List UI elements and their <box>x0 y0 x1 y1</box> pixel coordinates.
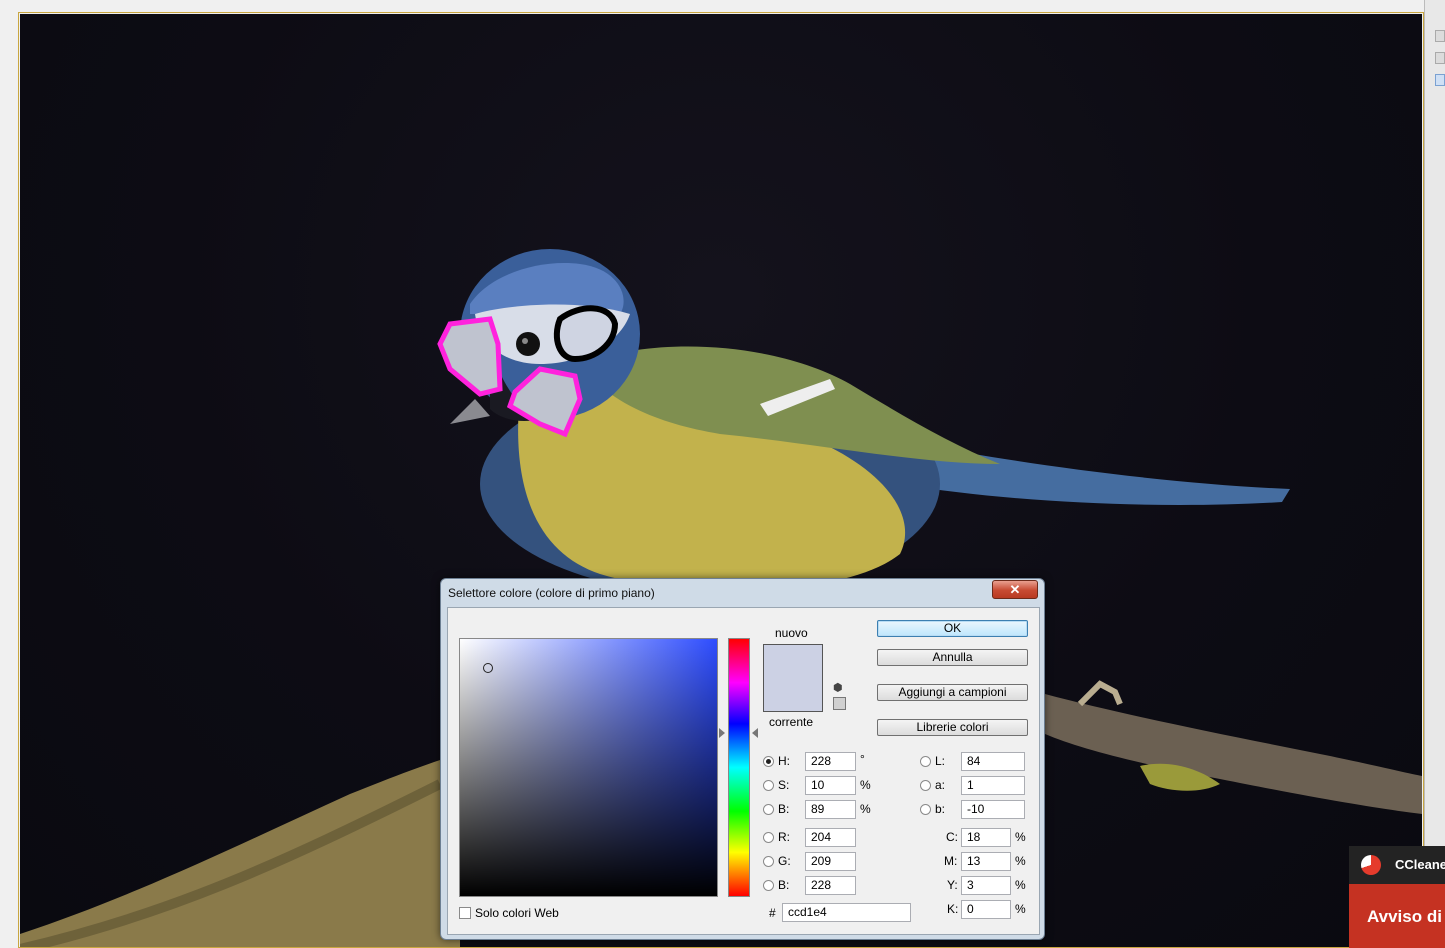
red-radio[interactable] <box>763 832 774 843</box>
degree-unit: ° <box>860 752 865 766</box>
color-libraries-button[interactable]: Librerie colori <box>877 719 1028 736</box>
hue-field[interactable]: 228 <box>805 752 856 771</box>
panel-strip <box>1424 0 1445 948</box>
red-label: R: <box>778 830 790 844</box>
panel-button[interactable] <box>1435 74 1445 86</box>
lab-b-label: b: <box>935 802 946 816</box>
panel-button[interactable] <box>1435 52 1445 64</box>
green-field[interactable]: 209 <box>805 852 856 871</box>
web-only-label: Solo colori Web <box>475 906 559 920</box>
brightness-label: B: <box>778 802 790 816</box>
hue-slider-right-arrow-icon[interactable] <box>752 728 758 738</box>
yellow-field[interactable]: 3 <box>961 876 1011 895</box>
dialog-client: nuovo corrente ⬢ OK Annulla Aggiungi a c… <box>447 607 1040 935</box>
percent-unit: % <box>860 778 871 792</box>
cancel-button[interactable]: Annulla <box>877 649 1028 666</box>
saturation-brightness-field[interactable] <box>459 638 718 897</box>
add-to-swatches-button[interactable]: Aggiungi a campioni <box>877 684 1028 701</box>
saturation-radio[interactable] <box>763 780 774 791</box>
black-label: K: <box>947 902 959 916</box>
black-field[interactable]: 0 <box>961 900 1011 919</box>
lab-l-label: L: <box>935 754 946 768</box>
lab-b-radio[interactable] <box>920 804 931 815</box>
brightness-radio[interactable] <box>763 804 774 815</box>
color-picker-dialog: Selettore colore (colore di primo piano)… <box>440 578 1045 940</box>
percent-unit: % <box>1015 854 1026 868</box>
cube-icon[interactable]: ⬢ <box>833 682 845 694</box>
color-preview <box>763 644 823 712</box>
percent-unit: % <box>1015 902 1026 916</box>
cyan-label: C: <box>946 830 958 844</box>
dialog-title: Selettore colore (colore di primo piano) <box>448 586 655 600</box>
saturation-field[interactable]: 10 <box>805 776 856 795</box>
saturation-label: S: <box>778 778 790 792</box>
panel-button[interactable] <box>1435 30 1445 42</box>
magenta-label: M: <box>944 854 958 868</box>
yellow-label: Y: <box>947 878 958 892</box>
ccleaner-logo-icon <box>1361 855 1381 875</box>
green-radio[interactable] <box>763 856 774 867</box>
lab-b-field[interactable]: -10 <box>961 800 1025 819</box>
lab-l-field[interactable]: 84 <box>961 752 1025 771</box>
percent-unit: % <box>860 802 871 816</box>
lab-l-radio[interactable] <box>920 756 931 767</box>
brightness-field[interactable]: 89 <box>805 800 856 819</box>
color-marker-icon[interactable] <box>483 663 493 673</box>
blue-label: B: <box>778 878 790 892</box>
hex-field[interactable]: ccd1e4 <box>782 903 911 922</box>
new-color-label: nuovo <box>775 626 808 640</box>
red-field[interactable]: 204 <box>805 828 856 847</box>
hex-label: # <box>769 906 776 920</box>
blue-field[interactable]: 228 <box>805 876 856 895</box>
web-safe-swatch[interactable] <box>833 697 846 710</box>
ccleaner-notification[interactable]: CCleaner Avviso di <box>1349 846 1445 948</box>
lab-a-field[interactable]: 1 <box>961 776 1025 795</box>
ok-button[interactable]: OK <box>877 620 1028 637</box>
lab-a-label: a: <box>935 778 946 792</box>
new-color-swatch <box>764 645 822 711</box>
hue-label: H: <box>778 754 790 768</box>
green-label: G: <box>778 854 791 868</box>
notification-app-name: CCleaner <box>1395 857 1445 872</box>
close-button[interactable]: ✕ <box>992 580 1038 599</box>
hue-slider-left-arrow-icon[interactable] <box>719 728 725 738</box>
notification-message: Avviso di <box>1367 907 1442 926</box>
hue-radio[interactable] <box>763 756 774 767</box>
cyan-field[interactable]: 18 <box>961 828 1011 847</box>
hue-slider[interactable] <box>728 638 750 897</box>
lab-a-radio[interactable] <box>920 780 931 791</box>
current-color-label: corrente <box>769 715 814 729</box>
web-only-checkbox[interactable] <box>459 907 471 919</box>
percent-unit: % <box>1015 878 1026 892</box>
notification-header: CCleaner <box>1349 846 1445 884</box>
percent-unit: % <box>1015 830 1026 844</box>
magenta-field[interactable]: 13 <box>961 852 1011 871</box>
blue-radio[interactable] <box>763 880 774 891</box>
